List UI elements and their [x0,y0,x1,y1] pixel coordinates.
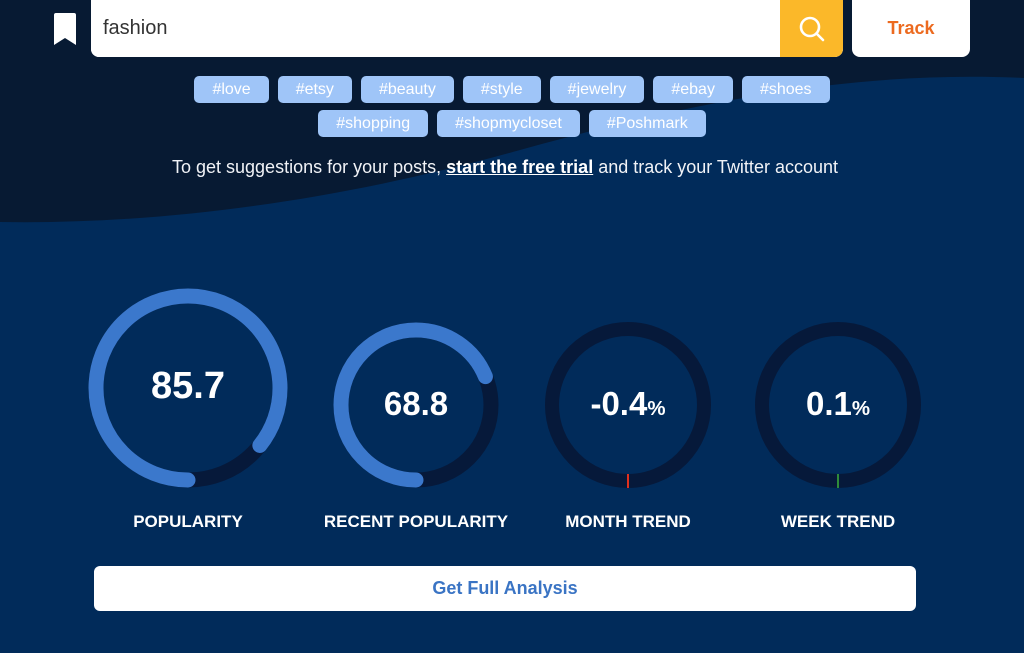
hashtag-chip[interactable]: #Poshmark [588,110,706,137]
gauge-number: 68.8 [383,385,449,423]
gauge-label: POPULARITY [133,512,243,531]
hashtag-chip[interactable]: #love [194,76,269,103]
gauge-recent-popularity: 68.8 [326,315,506,495]
magnifier-icon [799,16,824,41]
gauge-month-trend: -0.4% [538,315,718,495]
hashtag-chip[interactable]: #style [462,76,541,103]
promo-text-after: and track your Twitter account [593,157,838,177]
search-input[interactable] [91,0,780,57]
gauge-value: 0.1% [748,385,928,423]
gauge-unit: % [647,397,666,421]
bookmark-icon[interactable] [52,13,78,47]
gauge-number: 85.7 [151,365,225,408]
gauge-label: WEEK TREND [780,512,896,531]
hashtag-chip[interactable]: #jewelry [549,76,645,103]
promo-text-before: To get suggestions for your posts, [171,157,447,177]
gauge-value: -0.4% [538,385,718,423]
gauge-unit: % [851,397,871,421]
gauge-value: 68.8 [326,385,506,423]
hashtag-chip[interactable]: #ebay [653,76,733,103]
search-button[interactable] [780,0,843,57]
hashtag-chip[interactable]: #etsy [277,76,352,103]
gauge-week-trend: 0.1% [748,315,928,495]
gauge-label: RECENT POPULARITY [323,512,509,531]
gauge-popularity: 85.7 [81,281,295,495]
free-trial-link[interactable]: start the free trial [446,157,593,177]
gauge-value: 85.7 [81,365,295,408]
trial-promo-text: To get suggestions for your posts, start… [0,157,1010,178]
hashtag-chip[interactable]: #beauty [360,76,454,103]
gauge-label: MONTH TREND [565,512,691,531]
get-full-analysis-button[interactable]: Get Full Analysis [94,566,916,611]
hashtag-row-1: #love #etsy #beauty #style #jewelry #ebay #sho… [0,76,1024,103]
hashtag-chip[interactable]: #shoes [741,76,830,103]
gauge-number: 0.1 [805,385,852,423]
hashtag-chip[interactable]: #shopping [318,110,429,137]
track-button[interactable]: Track [852,0,970,57]
hashtag-chip[interactable]: #shopmycloset [437,110,580,137]
hashtag-row-2: #shopping #shopmycloset #Poshmark [0,110,1024,137]
gauge-number: -0.4 [590,385,648,423]
search-bar [91,0,843,57]
